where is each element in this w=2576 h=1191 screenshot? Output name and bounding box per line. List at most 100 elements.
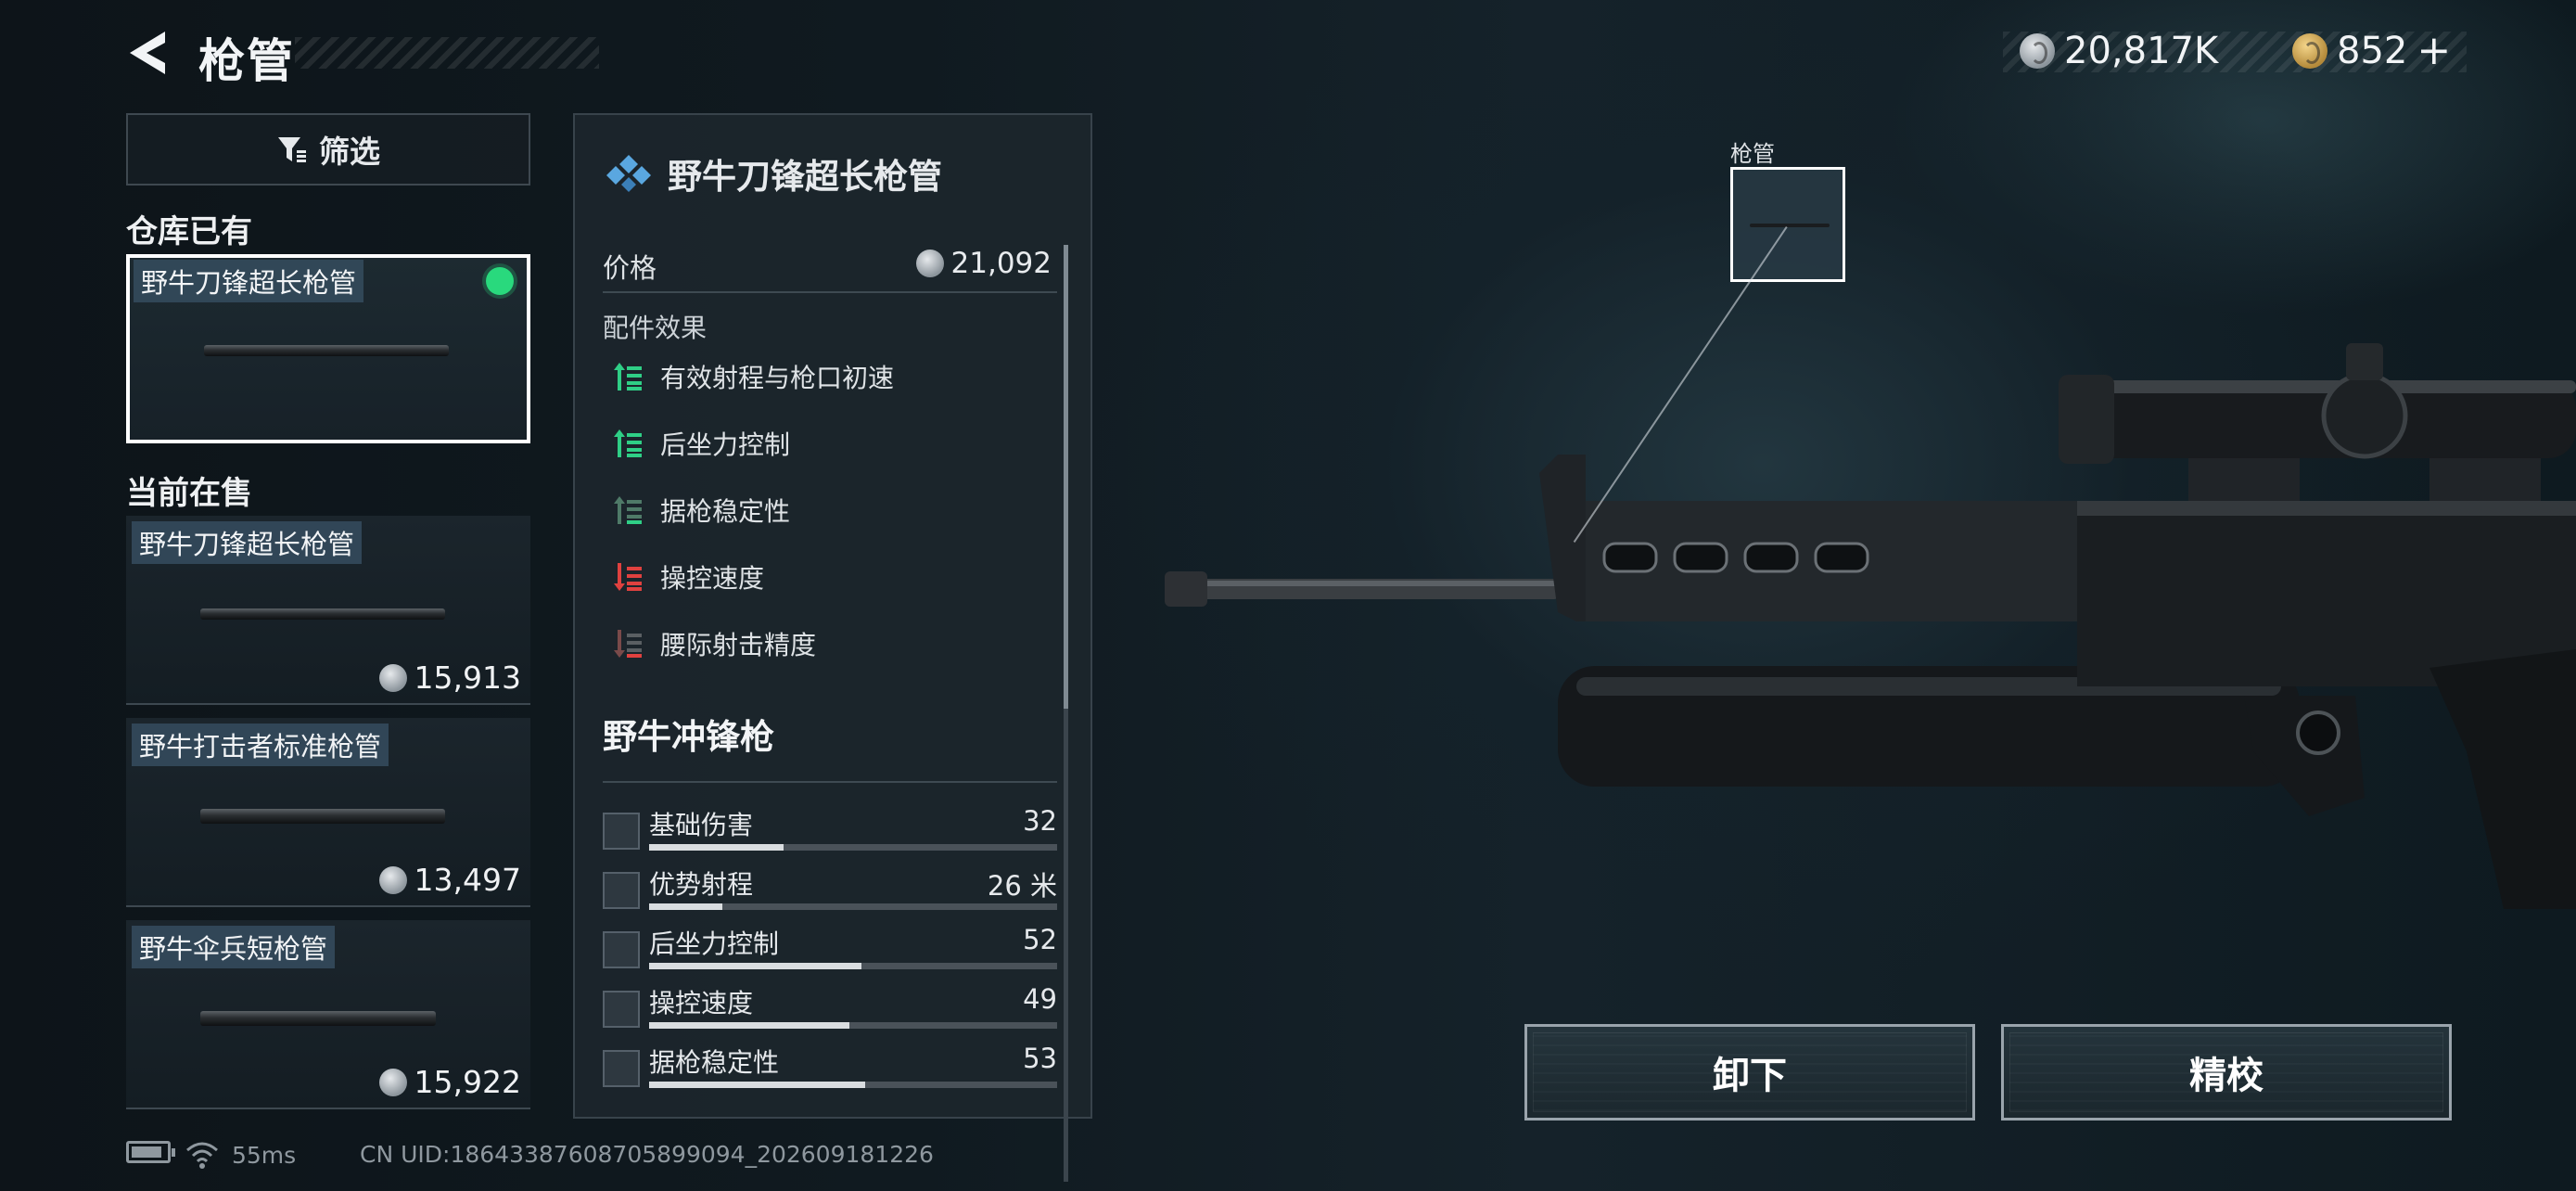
battery-icon bbox=[126, 1141, 175, 1163]
owned-item-card[interactable]: 野牛刀锋超长枪管 bbox=[126, 254, 530, 443]
item-name: 野牛伞兵短枪管 bbox=[132, 926, 336, 968]
price-label: 价格 bbox=[603, 252, 657, 284]
stat-value: 52 bbox=[1023, 924, 1057, 955]
network-status: 55ms bbox=[185, 1141, 296, 1169]
page-title: 枪管 bbox=[198, 34, 295, 88]
effect-item: 操控速度 bbox=[612, 558, 764, 596]
item-price: 13,497 bbox=[378, 862, 521, 898]
effects-label: 配件效果 bbox=[603, 313, 708, 343]
item-price: 15,913 bbox=[378, 660, 521, 696]
weapon-3d-view[interactable] bbox=[1150, 315, 2576, 909]
sale-item-card[interactable]: 野牛打击者标准枪管 13,497 bbox=[126, 718, 530, 907]
handling-icon bbox=[603, 991, 640, 1028]
silver-coin-icon bbox=[378, 865, 407, 894]
effect-label: 腰际射击精度 bbox=[660, 630, 817, 660]
range-icon bbox=[603, 872, 640, 909]
stat-increase-icon bbox=[614, 429, 642, 457]
effect-label: 后坐力控制 bbox=[660, 429, 791, 460]
stat-bar-fill bbox=[649, 844, 784, 851]
stat-row: 基础伤害 32 bbox=[603, 803, 1057, 861]
add-currency-button[interactable]: + bbox=[2417, 31, 2451, 71]
effect-label: 有效射程与枪口初速 bbox=[660, 363, 895, 393]
stat-label: 优势射程 bbox=[649, 869, 754, 900]
barrel-thumbnail bbox=[200, 809, 445, 824]
stat-row: 据枪稳定性 53 bbox=[603, 1041, 1057, 1098]
unequip-label: 卸下 bbox=[1713, 1055, 1787, 1097]
filter-icon bbox=[278, 137, 306, 162]
barrel-thumbnail bbox=[1750, 224, 1830, 227]
tune-label: 精校 bbox=[2189, 1055, 2264, 1097]
item-price: 15,922 bbox=[378, 1064, 521, 1100]
barrel-thumbnail bbox=[204, 345, 449, 356]
effect-label: 据枪稳定性 bbox=[660, 496, 791, 527]
stat-bar bbox=[649, 844, 1057, 851]
gold-amount: 852 bbox=[2337, 30, 2408, 72]
stat-row: 后坐力控制 52 bbox=[603, 922, 1057, 980]
stat-bar bbox=[649, 963, 1057, 969]
gold-coin-icon bbox=[2292, 33, 2327, 69]
effect-item: 据枪稳定性 bbox=[612, 492, 790, 529]
stat-label: 操控速度 bbox=[649, 988, 754, 1018]
stat-bar-fill bbox=[649, 903, 723, 910]
battery-indicator bbox=[126, 1141, 175, 1163]
unequip-button[interactable]: 卸下 bbox=[1524, 1024, 1975, 1121]
rarity-diamond-icon bbox=[606, 155, 651, 192]
sale-item-card[interactable]: 野牛刀锋超长枪管 15,913 bbox=[126, 516, 530, 705]
stat-value: 49 bbox=[1023, 983, 1057, 1015]
silver-amount: 20,817K bbox=[2064, 30, 2219, 72]
recoil-icon bbox=[603, 931, 640, 968]
attachment-slot-label: 枪管 bbox=[1730, 141, 1775, 167]
user-uid: CN UID:186433876087058990​94_20260918122… bbox=[360, 1141, 934, 1168]
price-value: 15,913 bbox=[414, 660, 521, 696]
stat-bar-fill bbox=[649, 1082, 866, 1088]
sale-item-card[interactable]: 野牛伞兵短枪管 15,922 bbox=[126, 920, 530, 1109]
wifi-icon bbox=[186, 1142, 218, 1169]
price-value: 21,092 bbox=[915, 247, 1052, 280]
barrel-thumbnail bbox=[200, 608, 445, 620]
stability-icon bbox=[603, 1050, 640, 1087]
filter-button[interactable]: 筛选 bbox=[126, 113, 530, 186]
stat-value: 32 bbox=[1023, 805, 1057, 837]
damage-icon bbox=[603, 813, 640, 850]
stat-label: 后坐力控制 bbox=[649, 928, 780, 959]
sale-section-label: 当前在售 bbox=[126, 475, 252, 512]
stat-value: 53 bbox=[1023, 1043, 1057, 1074]
ping-value: 55ms bbox=[232, 1141, 297, 1169]
back-button[interactable] bbox=[124, 26, 178, 80]
effect-label: 操控速度 bbox=[660, 563, 765, 594]
barrel-thumbnail bbox=[200, 1011, 436, 1026]
price-row: 价格 21,092 bbox=[603, 247, 1057, 293]
stat-bar-fill bbox=[649, 1022, 849, 1029]
price-value: 13,497 bbox=[414, 862, 521, 898]
price-value: 15,922 bbox=[414, 1064, 521, 1100]
stat-bar bbox=[649, 903, 1057, 910]
silver-currency: 20,817K bbox=[2020, 30, 2218, 72]
silver-coin-icon bbox=[2020, 33, 2055, 69]
stat-label: 基础伤害 bbox=[649, 810, 754, 840]
effect-item: 有效射程与枪口初速 bbox=[612, 358, 894, 395]
item-name: 野牛刀锋超长枪管 bbox=[132, 521, 363, 564]
back-arrow-icon bbox=[130, 32, 165, 74]
tune-button[interactable]: 精校 bbox=[2001, 1024, 2452, 1121]
attachment-slot[interactable] bbox=[1730, 167, 1845, 282]
stat-label: 据枪稳定性 bbox=[649, 1047, 780, 1078]
equipped-indicator-icon bbox=[486, 267, 514, 295]
detail-scrollbar[interactable] bbox=[1064, 245, 1068, 1182]
stat-increase-icon bbox=[614, 363, 642, 391]
title-decoration bbox=[295, 37, 599, 69]
stat-value: 26 米 bbox=[987, 870, 1057, 902]
filter-label: 筛选 bbox=[319, 134, 380, 170]
item-name: 野牛刀锋超长枪管 bbox=[134, 260, 364, 302]
divider bbox=[603, 781, 1057, 783]
stat-bar bbox=[649, 1022, 1057, 1029]
stat-bar-fill bbox=[649, 963, 861, 969]
silver-coin-icon bbox=[378, 663, 407, 692]
item-name: 野牛打击者标准枪管 bbox=[132, 724, 389, 766]
owned-section-label: 仓库已有 bbox=[126, 213, 252, 250]
stat-minor-increase-icon bbox=[614, 496, 642, 524]
gold-currency[interactable]: 852 + bbox=[2292, 30, 2451, 72]
effect-item: 腰际射击精度 bbox=[612, 625, 816, 662]
detail-title-text: 野牛刀锋超长枪管 bbox=[668, 157, 942, 197]
stat-row: 操控速度 49 bbox=[603, 981, 1057, 1039]
silver-coin-icon bbox=[378, 1068, 407, 1096]
